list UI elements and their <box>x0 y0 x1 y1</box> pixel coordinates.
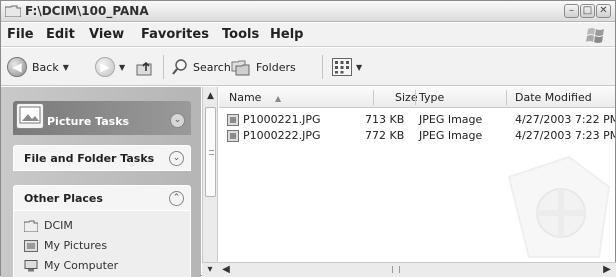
views-grid-icon <box>332 58 352 76</box>
scroll-grip[interactable] <box>392 266 400 273</box>
folder-icon <box>24 220 38 232</box>
windows-logo-icon <box>586 28 604 43</box>
back-arrow-icon: ◀ <box>7 57 27 77</box>
file-list: Name ▲ Size Type Date Modified P1000221.… <box>219 87 615 262</box>
file-folder-tasks-header[interactable]: File and Folder Tasks ⌄ <box>13 145 191 171</box>
file-type: JPEG Image <box>419 113 483 126</box>
sort-ascending-icon: ▲ <box>274 94 282 103</box>
maximize-button[interactable]: □ <box>580 4 595 18</box>
place-dcim[interactable]: DCIM <box>24 219 73 232</box>
picture-tasks-label: Picture Tasks <box>47 115 130 128</box>
other-places-header[interactable]: Other Places ⌃ <box>13 185 191 211</box>
file-size: 713 KB <box>365 113 405 126</box>
file-name: P1000222.JPG <box>243 129 321 142</box>
toolbar: ◀ Back ▼ ▶ ▼ Search Folders ▼ <box>1 48 615 86</box>
menu-bar: File Edit View Favorites Tools Help <box>1 23 615 47</box>
column-name-label: Name <box>229 91 262 104</box>
task-pane: Picture Tasks ⌄ File and Folder Tasks ⌄ … <box>1 87 201 277</box>
search-label: Search <box>193 60 231 74</box>
file-date: 4/27/2003 7:22 PM <box>515 113 615 126</box>
menu-view[interactable]: View <box>89 27 124 42</box>
my-pictures-icon <box>24 239 38 252</box>
scroll-thumb[interactable] <box>205 107 216 197</box>
expand-chevron-icon[interactable]: ⌄ <box>169 151 184 166</box>
picture-tasks-icon <box>16 103 44 129</box>
menu-favorites[interactable]: Favorites <box>141 27 209 42</box>
menu-tools[interactable]: Tools <box>222 27 259 42</box>
folders-label: Folders <box>256 60 296 74</box>
file-row[interactable]: P1000221.JPG 713 KB JPEG Image 4/27/2003… <box>219 112 615 128</box>
place-my-computer[interactable]: My Computer <box>24 259 118 272</box>
views-dropdown-icon[interactable]: ▼ <box>356 63 362 72</box>
scroll-up-icon[interactable]: ▲ <box>203 89 218 104</box>
computer-icon <box>24 259 38 271</box>
file-row[interactable]: P1000222.JPG 772 KB JPEG Image 4/27/2003… <box>219 128 615 144</box>
folders-button[interactable]: Folders <box>231 56 296 78</box>
horizontal-scrollbar[interactable]: ▾ ◀ ▶ <box>202 262 616 277</box>
scroll-right-icon[interactable]: ▶ <box>600 263 614 277</box>
up-folder-icon <box>136 61 152 76</box>
menu-help[interactable]: Help <box>270 27 303 42</box>
back-dropdown-icon[interactable]: ▼ <box>63 63 69 72</box>
folders-icon <box>231 60 250 76</box>
minimize-button[interactable]: – <box>564 4 579 18</box>
forward-button[interactable]: ▶ ▼ <box>95 56 125 78</box>
place-my-pictures[interactable]: My Pictures <box>24 239 107 252</box>
other-places-label: Other Places <box>24 192 103 205</box>
other-places-list: DCIM My Pictures My Computer <box>13 211 191 277</box>
scroll-left-icon[interactable]: ◀ <box>219 263 233 277</box>
menu-edit[interactable]: Edit <box>46 27 75 42</box>
collapse-chevron-icon[interactable]: ⌄ <box>170 113 185 128</box>
menu-file[interactable]: File <box>7 27 34 42</box>
jpeg-file-icon <box>227 114 239 126</box>
file-size: 772 KB <box>365 129 405 142</box>
back-button[interactable]: ◀ Back ▼ <box>7 56 69 78</box>
views-button[interactable]: ▼ <box>332 56 362 78</box>
up-folder-button[interactable] <box>135 56 155 78</box>
back-label: Back <box>32 60 59 74</box>
window-title: F:\DCIM\100_PANA <box>25 4 149 18</box>
title-bar[interactable]: F:\DCIM\100_PANA – □ ✕ <box>1 1 615 22</box>
task-pane-scrollbar[interactable]: ▲ ▼ <box>202 87 218 277</box>
file-type: JPEG Image <box>419 129 483 142</box>
forward-arrow-icon: ▶ <box>95 57 115 77</box>
place-my-computer-label: My Computer <box>44 259 119 272</box>
file-folder-tasks-label: File and Folder Tasks <box>24 152 155 165</box>
scroll-down-small-icon[interactable]: ▾ <box>203 263 217 277</box>
folder-watermark-icon <box>507 155 611 258</box>
search-icon <box>172 59 187 75</box>
explorer-window: F:\DCIM\100_PANA – □ ✕ File Edit View Fa… <box>0 0 616 277</box>
close-button[interactable]: ✕ <box>596 4 611 18</box>
file-date: 4/27/2003 7:23 PM <box>515 129 615 142</box>
collapse-chevron-up-icon[interactable]: ⌃ <box>169 191 184 206</box>
place-my-pictures-label: My Pictures <box>44 239 108 252</box>
jpeg-file-icon <box>227 130 239 142</box>
place-dcim-label: DCIM <box>44 219 73 232</box>
search-button[interactable]: Search <box>171 56 231 78</box>
column-date-modified[interactable]: Date Modified <box>515 91 592 105</box>
file-name: P1000221.JPG <box>243 113 321 126</box>
column-headers: Name ▲ Size Type Date Modified <box>219 87 615 108</box>
folder-icon <box>5 5 21 17</box>
picture-tasks-header[interactable]: Picture Tasks ⌄ <box>13 101 191 135</box>
forward-dropdown-icon[interactable]: ▼ <box>119 63 125 72</box>
column-name[interactable]: Name ▲ <box>229 91 281 105</box>
column-type[interactable]: Type <box>419 91 444 105</box>
